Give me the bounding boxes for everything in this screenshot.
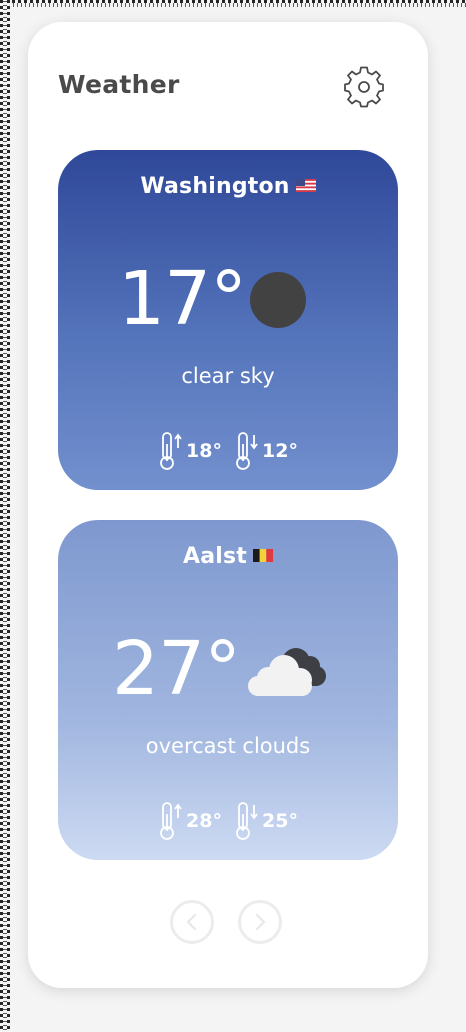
weather-description: clear sky (181, 364, 275, 388)
chevron-left-icon (186, 913, 197, 931)
weather-card-washington[interactable]: Washington 17° clear sky 18° 12° (58, 150, 398, 490)
clear-sky-icon (250, 272, 306, 328)
min-temperature-value: 25° (262, 810, 298, 832)
left-edge-border (0, 0, 10, 1032)
city-label: Washington (140, 174, 290, 199)
previous-button[interactable] (170, 900, 214, 944)
min-temperature-value: 12° (262, 440, 298, 462)
min-temperature: 12° (234, 430, 298, 472)
settings-gear-icon[interactable] (342, 65, 386, 109)
thermometer-down-icon (236, 432, 258, 470)
max-temperature: 28° (158, 800, 222, 842)
city-name: Aalst (58, 544, 398, 569)
max-temperature-value: 18° (186, 440, 222, 462)
thermometer-down-icon (236, 802, 258, 840)
overcast-clouds-icon (248, 648, 326, 696)
weather-panel: Weather Washington 17° clear sky 18° 12°… (28, 22, 428, 988)
next-button[interactable] (238, 900, 282, 944)
city-name: Washington (58, 174, 398, 199)
max-temperature: 18° (158, 430, 222, 472)
city-label: Aalst (182, 544, 248, 569)
max-temperature-value: 28° (186, 810, 222, 832)
weather-description: overcast clouds (145, 734, 311, 758)
current-temperature: 17° (118, 256, 247, 342)
chevron-right-icon (255, 913, 266, 931)
belgium-flag-icon (253, 548, 274, 562)
thermometer-up-icon (160, 432, 182, 470)
weather-card-aalst[interactable]: Aalst 27° overcast clouds 28° 25° (58, 520, 398, 860)
app-title: Weather (58, 70, 180, 99)
min-temperature: 25° (234, 800, 298, 842)
thermometer-up-icon (160, 802, 182, 840)
us-flag-icon (295, 178, 316, 192)
min-max-temperatures: 18° 12° (58, 430, 398, 472)
top-edge-border (0, 0, 466, 7)
min-max-temperatures: 28° 25° (58, 800, 398, 842)
current-temperature: 27° (112, 626, 241, 712)
